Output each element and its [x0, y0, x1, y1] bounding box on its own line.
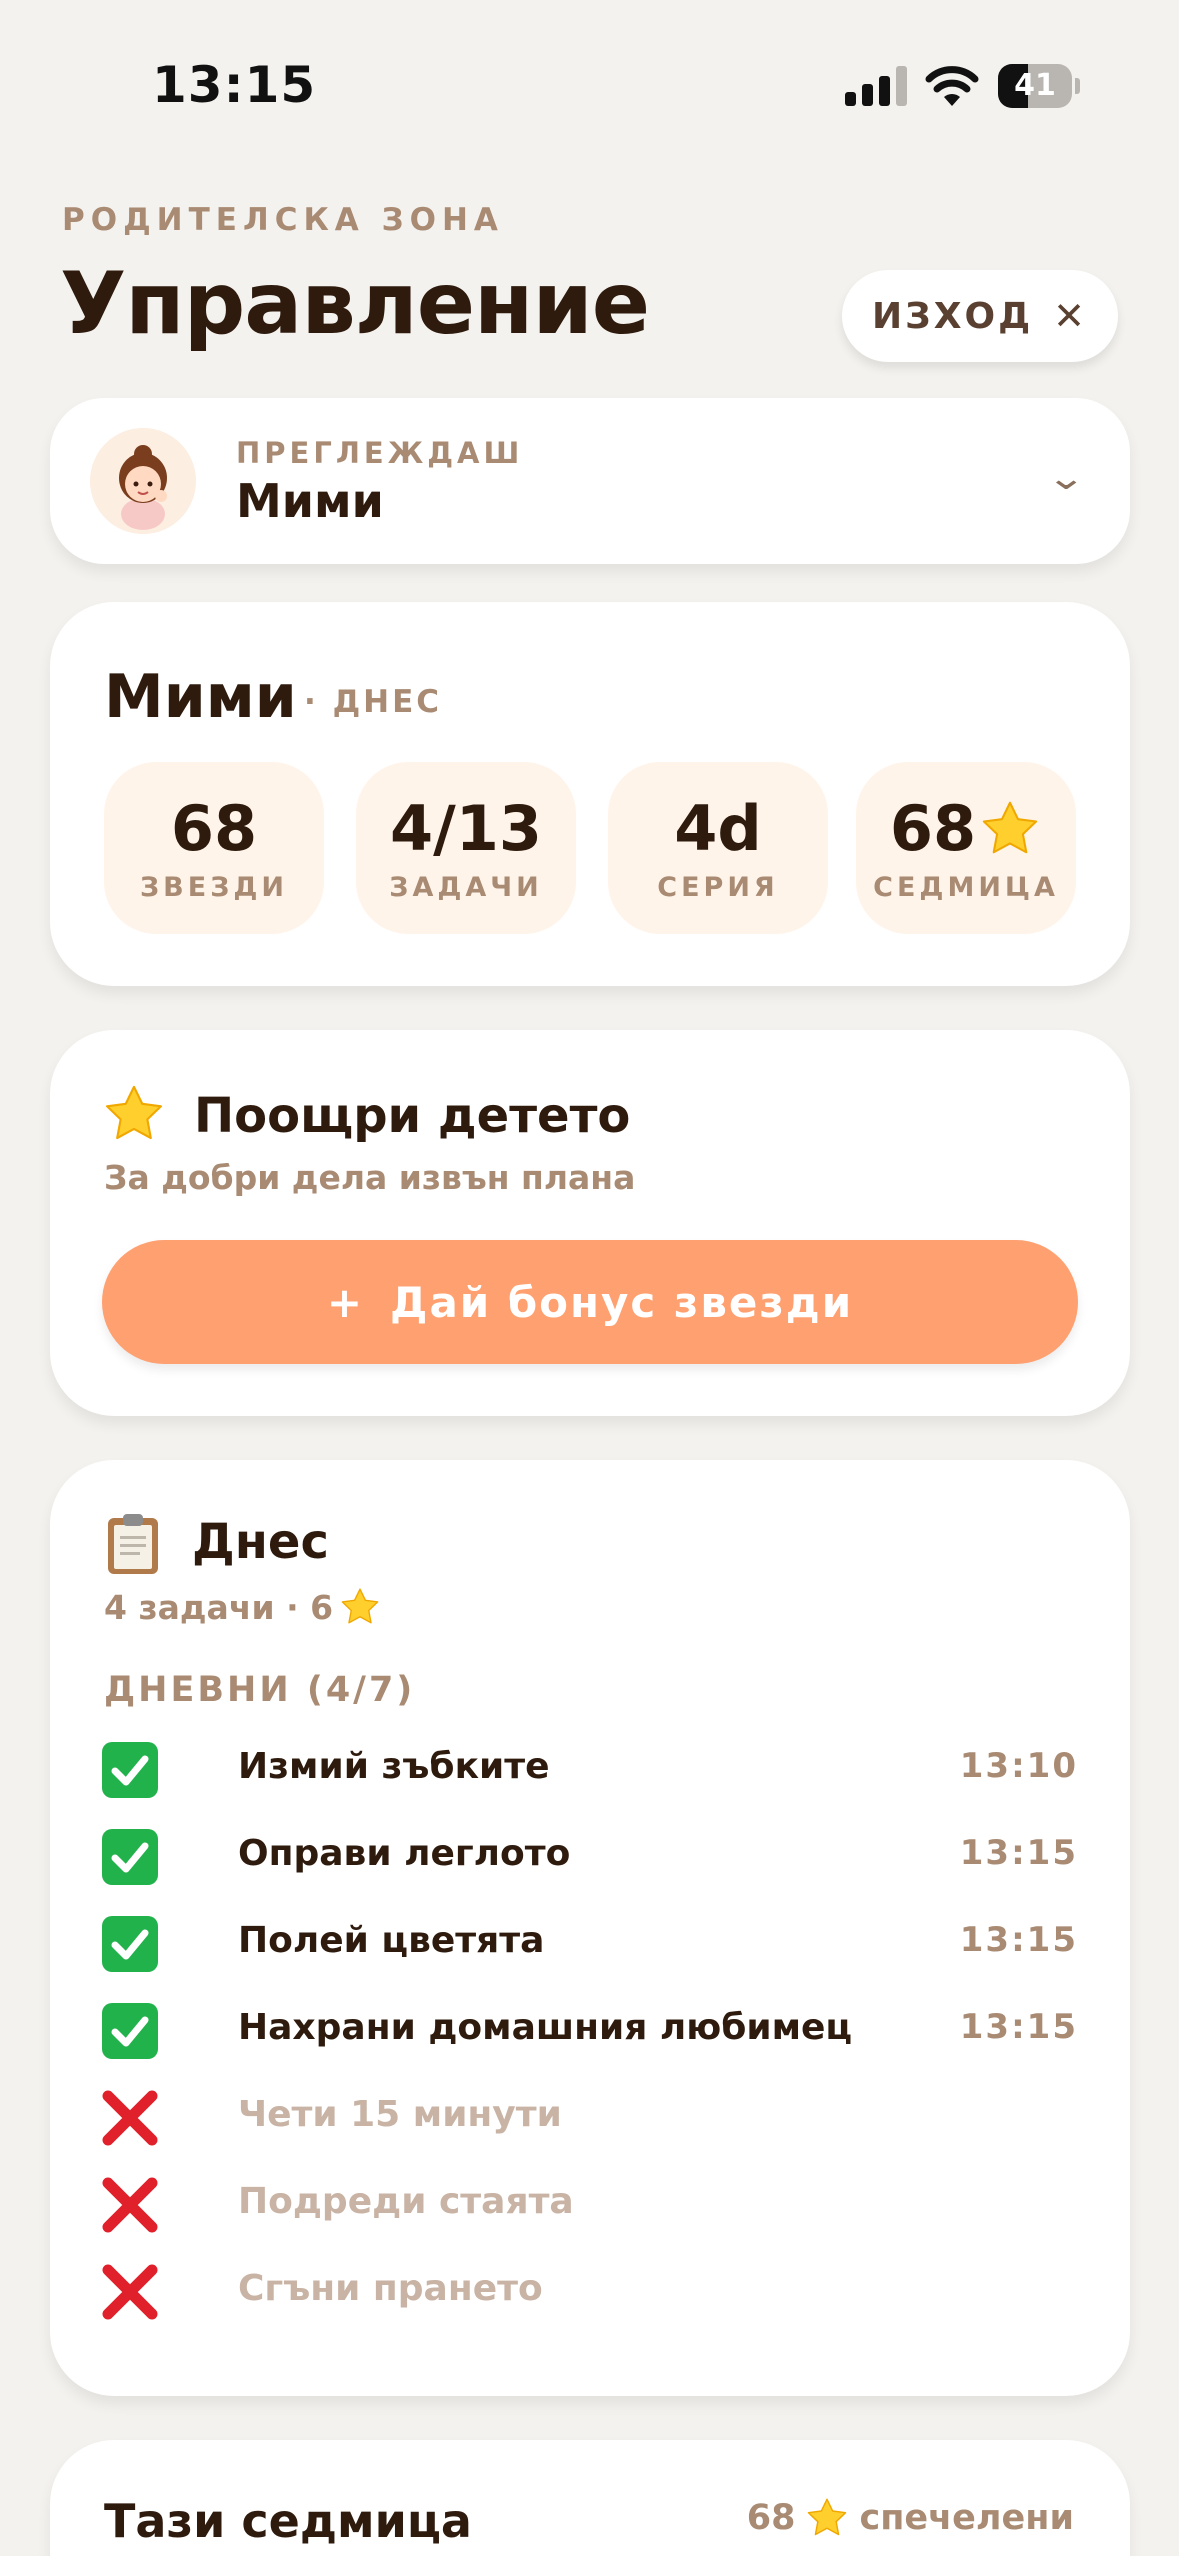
status-time: 13:15	[152, 56, 317, 114]
checkmark-icon	[102, 1916, 158, 1972]
bonus-title: Поощри детето	[194, 1088, 631, 1144]
stat-label: ЗВЕЗДИ	[139, 872, 289, 903]
task-time: 13:15	[959, 2007, 1078, 2047]
section-eyebrow: РОДИТЕЛСКА ЗОНА	[62, 202, 504, 238]
checkmark-icon	[102, 1742, 158, 1798]
task-time: 13:15	[959, 1833, 1078, 1873]
task-name: Сгъни прането	[238, 2268, 543, 2309]
task-name: Чети 15 минути	[238, 2094, 562, 2135]
task-name: Оправи леглото	[238, 1833, 571, 1874]
selector-label: ПРЕГЛЕЖДАШ	[236, 436, 524, 470]
task-name: Полей цветята	[238, 1920, 545, 1961]
stat-label: СЕДМИЦА	[873, 872, 1059, 903]
battery-icon: 41	[998, 64, 1080, 108]
clipboard-icon	[102, 1512, 164, 1576]
today-meta: 4 задачи · 6	[104, 1586, 381, 1628]
today-title: Днес	[192, 1514, 329, 1570]
exit-button-label: ИЗХОД	[872, 295, 1034, 337]
avatar	[90, 428, 196, 534]
give-bonus-stars-button[interactable]: + Дай бонус звезди	[102, 1240, 1078, 1364]
cross-icon	[102, 2177, 158, 2233]
exit-button[interactable]: ИЗХОД ✕	[842, 270, 1118, 362]
task-row[interactable]: Нахрани домашния любимец 13:15	[102, 1995, 1078, 2065]
stat-label: ЗАДАЧИ	[389, 872, 543, 903]
close-icon: ✕	[1053, 294, 1088, 338]
task-time: 13:15	[959, 1920, 1078, 1960]
week-earned: 68 спечелени	[747, 2496, 1074, 2540]
stat-value-row: 68	[856, 792, 1076, 865]
bonus-subtitle: За добри дела извън плана	[104, 1158, 636, 1197]
stat-week: 68 СЕДМИЦА	[856, 762, 1076, 934]
task-row[interactable]: Чети 15 минути	[102, 2082, 1078, 2152]
battery-level: 41	[1014, 68, 1056, 103]
week-title: Тази седмица	[104, 2494, 472, 2548]
task-name: Измий зъбките	[238, 1746, 550, 1787]
cellular-signal-icon	[845, 66, 907, 106]
task-row[interactable]: Подреди стаята	[102, 2169, 1078, 2239]
stat-value: 4d	[674, 792, 762, 865]
stat-value: 4/13	[389, 792, 543, 865]
status-bar: 13:15 41	[0, 0, 1179, 170]
chevron-down-icon: ⌄	[1046, 458, 1087, 498]
week-earned-count: 68	[746, 2498, 796, 2538]
star-icon	[808, 2498, 847, 2536]
star-icon	[341, 1588, 379, 1624]
task-row[interactable]: Оправи леглото 13:15	[102, 1821, 1078, 1891]
selected-child-name: Мими	[236, 474, 384, 528]
week-card: Тази седмица 68 спечелени	[50, 2440, 1130, 2556]
summary-child-name: Мими	[104, 662, 297, 732]
star-icon	[983, 801, 1038, 853]
stat-stars: 68 ЗВЕЗДИ	[104, 762, 324, 934]
daily-section-label: ДНЕВНИ (4/7)	[104, 1670, 416, 1710]
task-time: 13:10	[959, 1746, 1078, 1786]
stat-streak: 4d СЕРИЯ	[608, 762, 828, 934]
child-selector[interactable]: ПРЕГЛЕЖДАШ Мими ⌄	[50, 398, 1130, 564]
stat-tasks: 4/13 ЗАДАЧИ	[356, 762, 576, 934]
bonus-button-label: Дай бонус звезди	[390, 1277, 854, 1327]
summary-day-label: · ДНЕС	[304, 684, 443, 720]
star-icon	[102, 1082, 166, 1146]
task-row[interactable]: Сгъни прането	[102, 2256, 1078, 2326]
task-name: Нахрани домашния любимец	[238, 2007, 853, 2048]
today-tasks-card: Днес 4 задачи · 6 ДНЕВНИ (4/7) Измий зъб…	[50, 1460, 1130, 2396]
task-row[interactable]: Измий зъбките 13:10	[102, 1734, 1078, 1804]
plus-icon: +	[326, 1277, 365, 1327]
checkmark-icon	[102, 1829, 158, 1885]
page-title: Управление	[60, 254, 650, 354]
today-meta-text: 4 задачи · 6	[104, 1587, 334, 1627]
wifi-icon	[924, 62, 980, 108]
task-name: Подреди стаята	[238, 2181, 574, 2222]
cross-icon	[102, 2264, 158, 2320]
week-earned-label: спечелени	[859, 2498, 1074, 2538]
bonus-card: Поощри детето За добри дела извън плана …	[50, 1030, 1130, 1416]
cross-icon	[102, 2090, 158, 2146]
task-row[interactable]: Полей цветята 13:15	[102, 1908, 1078, 1978]
stat-value: 68	[889, 792, 977, 865]
stat-label: СЕРИЯ	[657, 872, 779, 903]
stat-value: 68	[170, 792, 258, 865]
checkmark-icon	[102, 2003, 158, 2059]
daily-summary-card: Мими · ДНЕС 68 ЗВЕЗДИ 4/13 ЗАДАЧИ 4d СЕР…	[50, 602, 1130, 986]
